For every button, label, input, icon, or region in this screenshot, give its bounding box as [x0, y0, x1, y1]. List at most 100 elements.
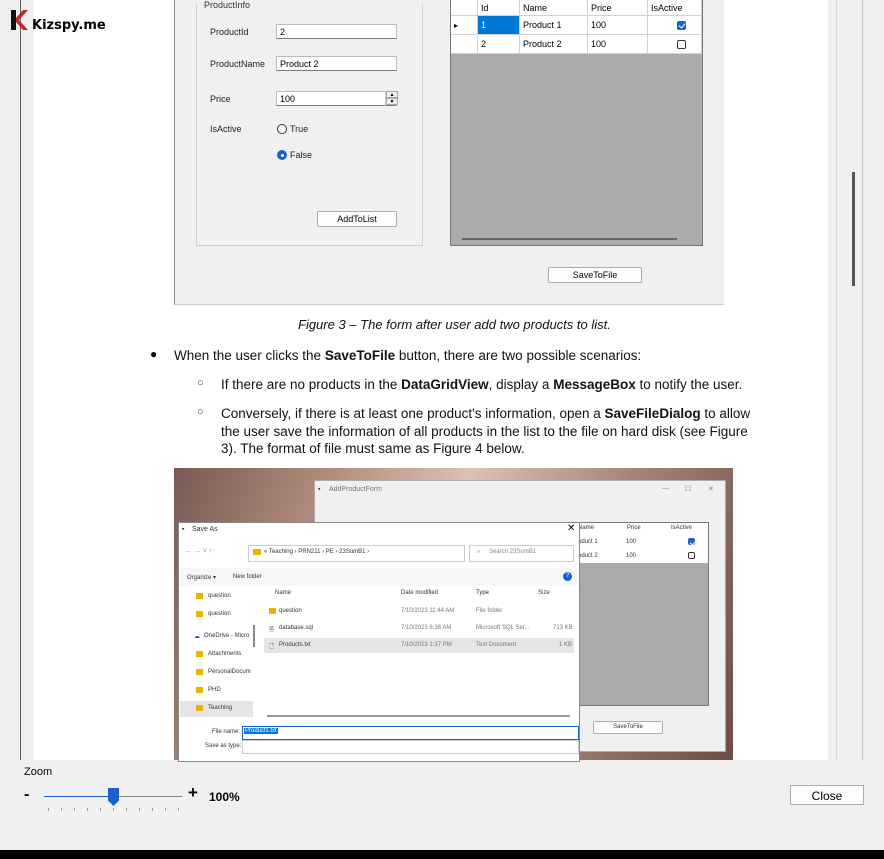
- grid-cell-price[interactable]: 100: [588, 16, 648, 35]
- isactive-checkbox[interactable]: [677, 40, 686, 49]
- zoom-in-button[interactable]: +: [188, 783, 198, 803]
- bullet-icon: ●: [150, 347, 158, 361]
- folder-icon: [253, 549, 261, 555]
- radio-true[interactable]: [277, 124, 287, 134]
- text-bold: SaveToFile: [324, 348, 396, 363]
- nav-item: Teaching: [208, 705, 233, 711]
- slider-tick: [87, 808, 88, 811]
- file-size: 1 KB: [559, 642, 573, 648]
- col-header-date: Date modified: [401, 590, 439, 596]
- text-run: When the user clicks the: [174, 348, 325, 363]
- folder-icon: [196, 687, 203, 693]
- price-spin-buttons[interactable]: ▲ ▼: [385, 91, 398, 106]
- grid-header-price[interactable]: Price: [588, 0, 648, 16]
- file-size: 713 KB: [553, 625, 573, 631]
- nav-item: PHD: [208, 687, 221, 693]
- slider-tick: [126, 808, 127, 811]
- grid-cell-price[interactable]: 100: [588, 35, 648, 54]
- close-button[interactable]: Close: [790, 785, 864, 805]
- form-title: AddProductForm: [329, 486, 382, 493]
- save-type-label: Save as type:: [205, 743, 242, 749]
- file-name: Products.txt: [279, 642, 311, 648]
- f4-cell-price: 100: [626, 553, 637, 559]
- nav-item: question: [208, 611, 231, 617]
- vertical-scrollbar[interactable]: [836, 0, 849, 760]
- folder-icon: [196, 651, 203, 657]
- slider-tick: [165, 808, 166, 811]
- maximize-icon[interactable]: ☐: [685, 485, 691, 493]
- text-run: button, there are two possible scenarios…: [395, 348, 642, 363]
- grid-cell-isactive[interactable]: [648, 35, 702, 54]
- add-to-list-button[interactable]: AddToList: [317, 211, 397, 227]
- slider-tick: [100, 808, 101, 811]
- file-name: question: [279, 608, 302, 614]
- left-border: [20, 0, 21, 760]
- label-is-active: IsActive: [210, 124, 242, 134]
- vertical-scrollbar-thumb[interactable]: [852, 172, 855, 286]
- slider-tick: [61, 808, 62, 811]
- grid-cell-id[interactable]: 1: [478, 16, 520, 35]
- file-name: database.sql: [279, 625, 314, 631]
- sub-bullet-paragraph-2-line-1: Conversely, if there is at least one pro…: [221, 405, 750, 422]
- file-name-label: File name:: [212, 729, 241, 735]
- file-type: Microsoft SQL Ser...: [476, 625, 530, 631]
- save-to-file-button[interactable]: SaveToFile: [548, 267, 642, 283]
- form-app-icon: ▪: [318, 486, 321, 493]
- product-name-input[interactable]: Product 2: [276, 56, 397, 71]
- grid-header-isactive[interactable]: IsActive: [648, 0, 702, 16]
- slider-tick: [139, 808, 140, 811]
- f4-isactive-checkbox: [688, 538, 695, 545]
- slider-tick: [178, 808, 179, 811]
- grid-cell-isactive[interactable]: [648, 16, 702, 35]
- f4-cell-name: oduct 2: [578, 553, 598, 559]
- close-icon[interactable]: ✕: [708, 485, 714, 493]
- save-type-select: [242, 740, 579, 754]
- file-name-value: Products.txt: [244, 728, 278, 734]
- isactive-checkbox[interactable]: [677, 21, 686, 30]
- radio-true-label: True: [290, 124, 309, 134]
- grid-header-id[interactable]: Id: [478, 0, 520, 16]
- label-product-id: ProductId: [210, 27, 249, 37]
- minimize-icon[interactable]: —: [662, 485, 669, 492]
- text-bold: DataGridView: [401, 377, 489, 392]
- file-type: Text Document: [476, 642, 517, 648]
- spin-up-icon[interactable]: ▲: [386, 91, 398, 98]
- radio-false[interactable]: [277, 150, 287, 160]
- grid-cell-id[interactable]: 2: [478, 35, 520, 54]
- nav-item: Attachments: [208, 651, 242, 657]
- nav-item: PersonalDocum: [208, 669, 251, 675]
- col-header-type: Type: [476, 590, 490, 596]
- nav-item: question: [208, 593, 231, 599]
- new-folder-button: New folder: [233, 574, 262, 580]
- product-id-input[interactable]: 2: [276, 24, 397, 39]
- grid-cell-name[interactable]: Product 2: [520, 35, 588, 54]
- sql-file-icon: 🗎: [269, 627, 274, 633]
- nav-item: OneDrive - Micro: [204, 633, 250, 639]
- file-list-scrollbar: [267, 715, 570, 717]
- grid-header-name[interactable]: Name: [520, 0, 588, 16]
- grid-horizontal-scrollbar[interactable]: [462, 238, 677, 240]
- bullet-paragraph: When the user clicks the SaveToFile butt…: [174, 347, 641, 364]
- zoom-label: Zoom: [24, 766, 53, 778]
- txt-file-icon: 🗋: [269, 644, 274, 650]
- f4-header-isactive: IsActive: [671, 525, 693, 531]
- slider-tick: [113, 808, 114, 811]
- row-header: [451, 35, 478, 54]
- dialog-app-icon: ▪: [182, 526, 185, 533]
- nav-scrollbar: [253, 625, 255, 647]
- cloud-icon: ☁: [194, 634, 200, 640]
- search-icon: ⌕: [477, 549, 481, 555]
- text-run: Conversely, if there is at least one pro…: [221, 406, 605, 421]
- brand-logo-icon: [11, 10, 28, 30]
- dialog-close-icon: ✕: [567, 523, 576, 534]
- spin-down-icon[interactable]: ▼: [386, 98, 398, 105]
- zoom-out-button[interactable]: -: [24, 786, 29, 804]
- text-run: to notify the user.: [635, 377, 743, 392]
- folder-icon: [196, 593, 203, 599]
- group-title: ProductInfo: [202, 0, 253, 10]
- file-date: 7/10/2023 1:37 PM: [401, 642, 452, 648]
- slider-tick: [152, 808, 153, 811]
- grid-cell-name[interactable]: Product 1: [520, 16, 588, 35]
- price-stepper[interactable]: 100: [276, 91, 397, 106]
- folder-icon: [196, 611, 203, 617]
